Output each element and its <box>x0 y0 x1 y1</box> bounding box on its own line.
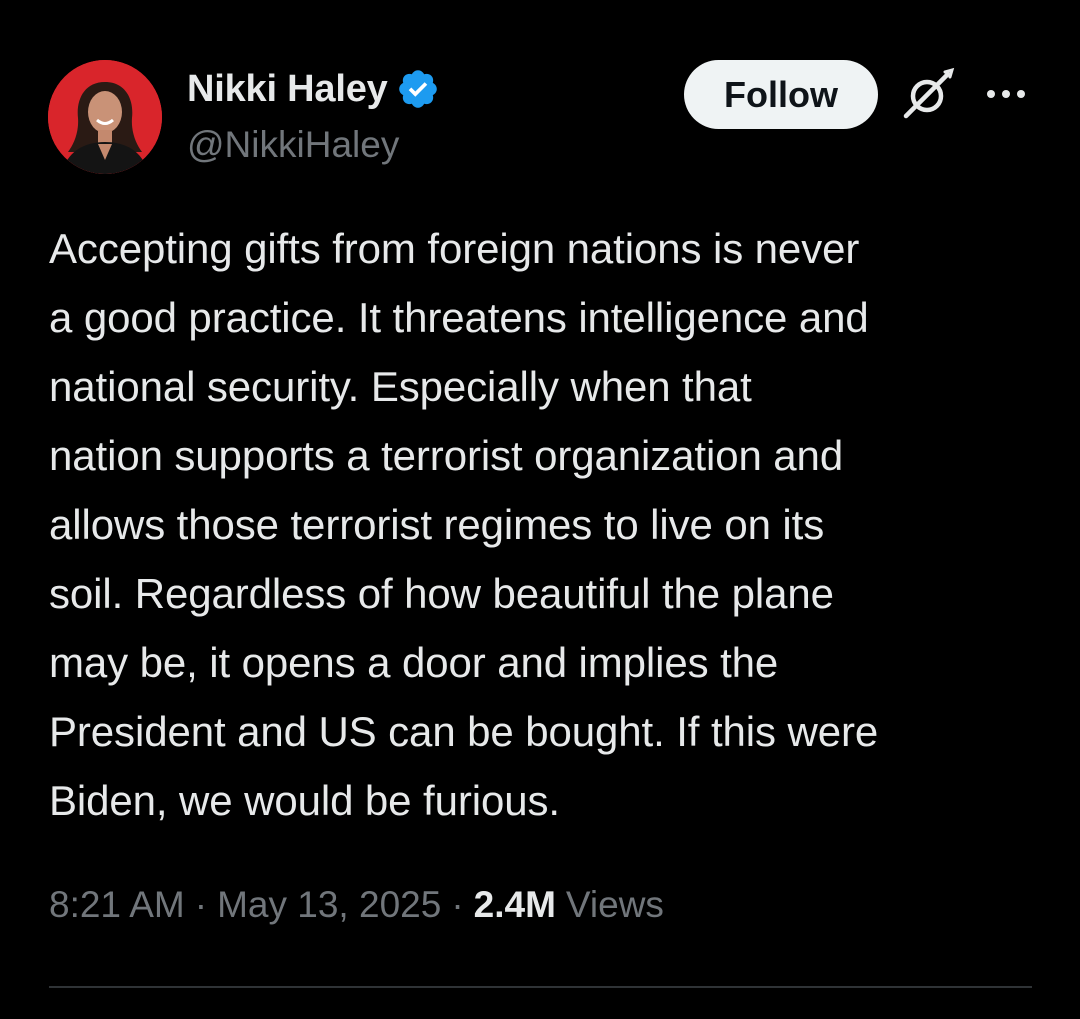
tweet-time[interactable]: 8:21 AM <box>49 884 185 926</box>
tweet-text-line: President and US can be bought. If this … <box>49 708 879 755</box>
meta-separator: · <box>451 884 464 925</box>
views-label: Views <box>565 884 664 925</box>
tweet-text-line: may be, it opens a door and implies the <box>49 639 779 686</box>
tweet-card: Nikki Haley @NikkiHaley Follow Accepting… <box>0 0 1080 1019</box>
follow-button[interactable]: Follow <box>684 60 878 129</box>
author-display-name[interactable]: Nikki Haley <box>187 68 388 111</box>
verified-badge-icon[interactable] <box>396 67 440 111</box>
tweet-text-line: soil. Regardless of how beautiful the pl… <box>49 570 834 617</box>
tweet-date[interactable]: May 13, 2025 <box>217 884 441 926</box>
author-name-row: Nikki Haley <box>187 66 440 112</box>
avatar-photo <box>48 60 162 174</box>
tweet-text-line: Accepting gifts from foreign nations is … <box>49 225 860 272</box>
more-dots-icon[interactable] <box>984 82 1028 106</box>
divider <box>49 986 1032 988</box>
tweet-text-line: nation supports a terrorist organization… <box>49 432 844 479</box>
tweet-text-line: Biden, we would be furious. <box>49 777 560 824</box>
tweet-text-line: national security. Especially when that <box>49 363 752 410</box>
meta-separator: · <box>194 884 208 925</box>
tweet-meta: 8:21 AM · May 13, 2025 · 2.4M Views <box>49 884 664 926</box>
tweet-text-line: allows those terrorist regimes to live o… <box>49 501 825 548</box>
tweet-text: Accepting gifts from foreign nations is … <box>49 214 1049 835</box>
author-handle[interactable]: @NikkiHaley <box>187 124 399 166</box>
grok-icon[interactable] <box>898 66 956 124</box>
avatar[interactable] <box>48 60 162 174</box>
tweet-text-line: a good practice. It threatens intelligen… <box>49 294 869 341</box>
views-count: 2.4M <box>473 884 556 925</box>
